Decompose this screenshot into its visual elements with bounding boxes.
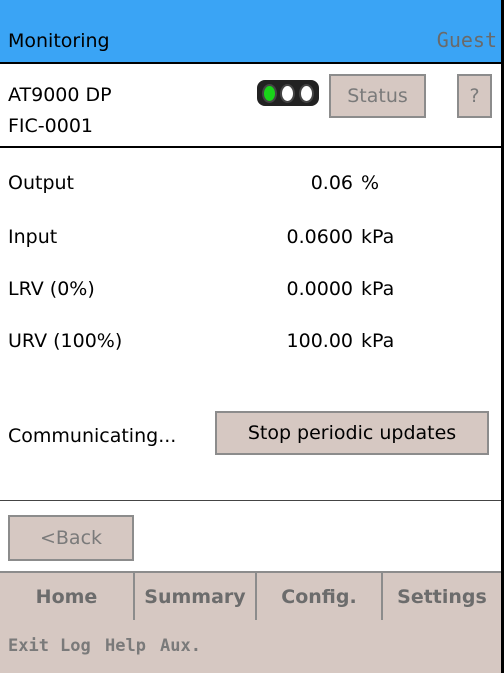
menu-exit[interactable]: Exit	[8, 636, 49, 656]
divider-bottom	[0, 500, 501, 501]
device-info: AT9000 DP FIC-0001	[8, 80, 112, 142]
menu-log[interactable]: Log	[60, 636, 91, 656]
tab-config[interactable]: Config.	[255, 573, 381, 621]
menu-help[interactable]: Help	[105, 636, 146, 656]
led-green	[261, 83, 277, 103]
led-3	[299, 83, 315, 103]
reading-label: Output	[8, 172, 74, 194]
user-name: Guest	[436, 28, 497, 52]
reading-value: 0.0600	[286, 226, 353, 248]
reading-label: Input	[8, 226, 58, 248]
status-button[interactable]: Status	[329, 74, 426, 118]
title-bar: Monitoring Guest	[0, 0, 501, 64]
reading-value: 100.00	[286, 330, 353, 352]
page-title: Monitoring	[8, 30, 110, 52]
stop-updates-button[interactable]: Stop periodic updates	[215, 411, 489, 455]
tab-settings[interactable]: Settings	[381, 573, 501, 621]
reading-row-urv: URV (100%) 100.00 kPa	[8, 330, 488, 360]
reading-unit: kPa	[361, 226, 395, 248]
reading-unit: kPa	[361, 278, 395, 300]
reading-label: URV (100%)	[8, 330, 123, 352]
device-model: AT9000 DP	[8, 84, 112, 106]
reading-row-lrv: LRV (0%) 0.0000 kPa	[8, 278, 488, 308]
reading-value: 0.06	[310, 172, 353, 194]
reading-label: LRV (0%)	[8, 278, 95, 300]
traffic-light-icon	[257, 80, 319, 106]
divider-top	[0, 146, 501, 148]
communication-status: Communicating...	[8, 425, 177, 447]
tab-home[interactable]: Home	[0, 573, 133, 621]
help-button[interactable]: ?	[457, 74, 492, 118]
device-tag: FIC-0001	[8, 115, 94, 137]
reading-value: 0.0000	[286, 278, 353, 300]
led-2	[280, 83, 296, 103]
reading-unit: %	[361, 172, 380, 194]
tab-bar: Home Summary Config. Settings	[0, 571, 501, 623]
reading-unit: kPa	[361, 330, 395, 352]
reading-row-input: Input 0.0600 kPa	[8, 226, 488, 256]
menu-aux[interactable]: Aux.	[160, 636, 201, 656]
menu-bar: Exit Log Help Aux.	[0, 620, 501, 673]
back-button[interactable]: <Back	[8, 515, 134, 561]
reading-row-output: Output 0.06 %	[8, 172, 488, 202]
tab-summary[interactable]: Summary	[133, 573, 255, 621]
